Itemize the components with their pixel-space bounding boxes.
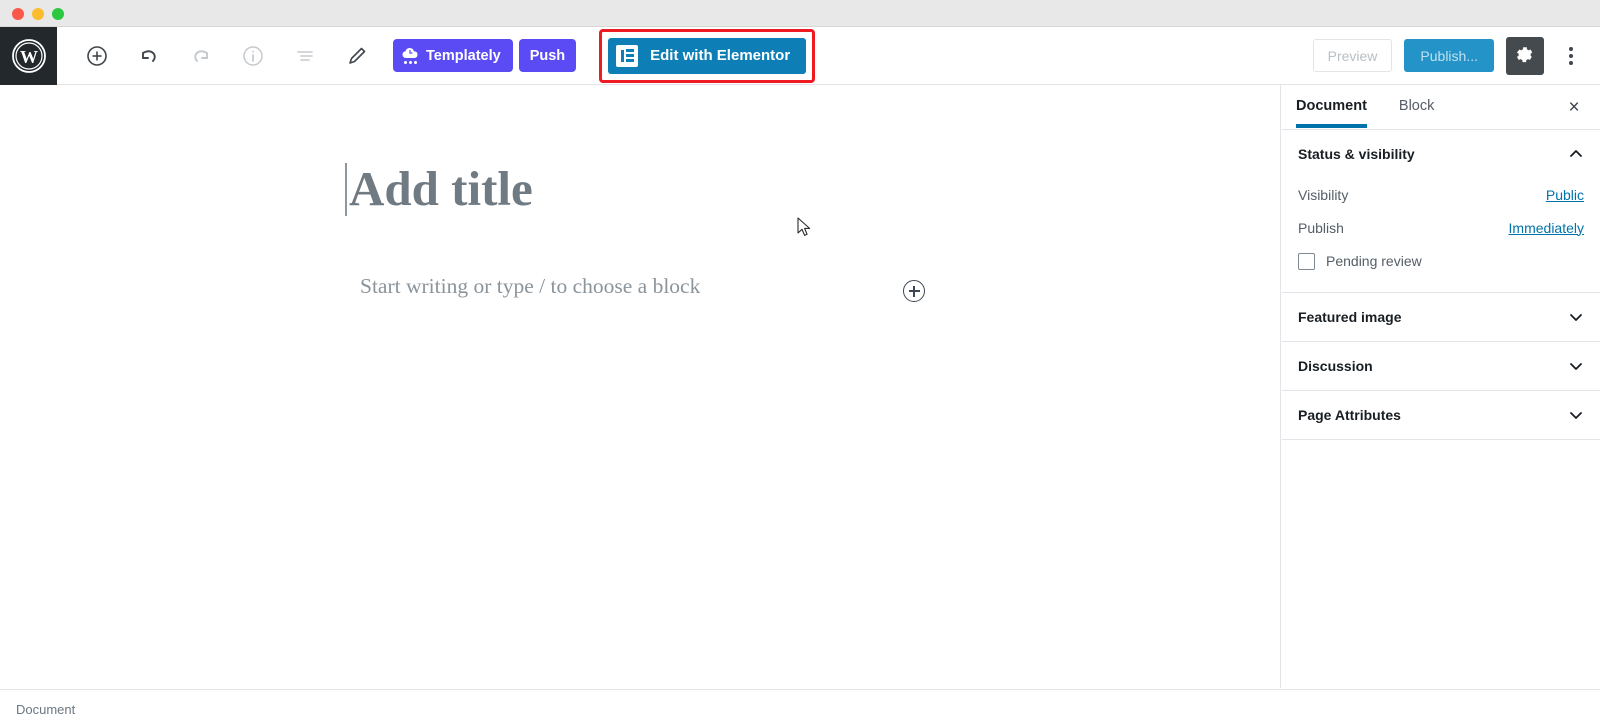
elementor-button-label: Edit with Elementor — [650, 47, 791, 64]
window-title-bar — [0, 0, 1600, 27]
panel-discussion-header[interactable]: Discussion — [1298, 342, 1584, 390]
elementor-icon — [616, 44, 639, 67]
templately-cloud-icon — [402, 47, 419, 64]
minimize-window-button[interactable] — [32, 8, 44, 20]
templately-button[interactable]: Templately — [393, 39, 513, 72]
more-options-button[interactable] — [1556, 37, 1586, 75]
add-block-icon[interactable] — [79, 38, 115, 74]
row-pending-review: Pending review — [1298, 244, 1584, 278]
undo-icon-glyph — [142, 49, 156, 62]
kebab-dot — [1569, 46, 1573, 51]
redo-icon[interactable] — [183, 38, 219, 74]
panel-status-visibility-body: Visibility Public Publish Immediately Pe… — [1298, 178, 1584, 292]
breadcrumb[interactable]: Document — [16, 702, 75, 717]
toolbar-icon-group — [79, 38, 375, 74]
wordpress-logo-icon: W — [11, 38, 46, 73]
panel-discussion-title: Discussion — [1298, 358, 1373, 374]
visibility-value-button[interactable]: Public — [1546, 187, 1584, 203]
panel-featured-image-header[interactable]: Featured image — [1298, 293, 1584, 341]
pending-review-label: Pending review — [1326, 253, 1422, 269]
editor-canvas[interactable]: Add title Start writing or type / to cho… — [0, 85, 1281, 688]
chevron-up-icon — [1570, 150, 1582, 157]
chevron-down-icon — [1570, 412, 1582, 419]
tab-document[interactable]: Document — [1296, 85, 1379, 128]
redo-icon-glyph — [194, 49, 208, 62]
templately-button-label: Templately — [426, 47, 501, 64]
mouse-cursor — [797, 217, 811, 236]
elementor-annotation-box: Edit with Elementor — [599, 28, 816, 83]
gear-icon — [1516, 47, 1532, 63]
maximize-window-button[interactable] — [52, 8, 64, 20]
info-icon[interactable] — [235, 38, 271, 74]
add-block-icon-glyph — [87, 45, 107, 66]
default-block-placeholder[interactable]: Start writing or type / to choose a bloc… — [360, 274, 700, 299]
topbar-right-group: Preview Publish... — [1312, 36, 1586, 75]
info-icon-glyph — [243, 45, 263, 66]
close-window-button[interactable] — [12, 8, 24, 20]
panel-page-attributes-header[interactable]: Page Attributes — [1298, 391, 1584, 439]
settings-sidebar: Document Block × Status & visibility Vis… — [1282, 85, 1600, 688]
tab-block[interactable]: Block — [1399, 85, 1446, 127]
publish-value-button[interactable]: Immediately — [1509, 220, 1584, 236]
panel-status-visibility-title: Status & visibility — [1298, 146, 1415, 162]
editor-toolbar: W Templately Push Edit with Elementor Pr… — [0, 26, 1600, 85]
panel-featured-image-title: Featured image — [1298, 309, 1402, 325]
publish-button[interactable]: Publish... — [1404, 39, 1494, 72]
block-inserter-button[interactable] — [903, 280, 925, 302]
panel-page-attributes: Page Attributes — [1282, 391, 1600, 440]
settings-gear-button[interactable] — [1506, 36, 1544, 75]
undo-icon[interactable] — [131, 38, 167, 74]
chevron-down-icon — [1570, 314, 1582, 321]
edit-pencil-icon-glyph — [349, 47, 366, 64]
editor-status-bar: Document — [0, 689, 1600, 728]
chevron-down-icon — [1570, 363, 1582, 370]
row-publish: Publish Immediately — [1298, 211, 1584, 244]
kebab-dot — [1569, 60, 1573, 65]
panel-discussion: Discussion — [1282, 342, 1600, 391]
pending-review-checkbox[interactable] — [1298, 252, 1315, 270]
push-button[interactable]: Push — [518, 39, 577, 72]
edit-pencil-icon[interactable] — [339, 38, 375, 74]
plugin-button-group: Templately Push — [393, 39, 577, 72]
visibility-label: Visibility — [1298, 186, 1349, 203]
close-sidebar-button[interactable]: × — [1560, 94, 1588, 122]
panel-status-visibility-header[interactable]: Status & visibility — [1298, 130, 1584, 178]
traffic-lights — [12, 8, 64, 20]
svg-text:W: W — [20, 47, 38, 67]
sidebar-tab-bar: Document Block × — [1282, 85, 1600, 130]
wordpress-logo-button[interactable]: W — [0, 26, 57, 85]
preview-button[interactable]: Preview — [1312, 39, 1393, 72]
row-visibility: Visibility Public — [1298, 178, 1584, 211]
kebab-dot — [1569, 53, 1573, 58]
panel-featured-image: Featured image — [1282, 293, 1600, 342]
post-title-input[interactable]: Add title — [345, 162, 533, 216]
list-view-icon-glyph — [297, 50, 313, 61]
edit-with-elementor-button[interactable]: Edit with Elementor — [608, 37, 807, 74]
publish-label: Publish — [1298, 219, 1344, 236]
panel-status-visibility: Status & visibility Visibility Public Pu… — [1282, 130, 1600, 293]
list-view-icon[interactable] — [287, 38, 323, 74]
panel-page-attributes-title: Page Attributes — [1298, 407, 1401, 423]
